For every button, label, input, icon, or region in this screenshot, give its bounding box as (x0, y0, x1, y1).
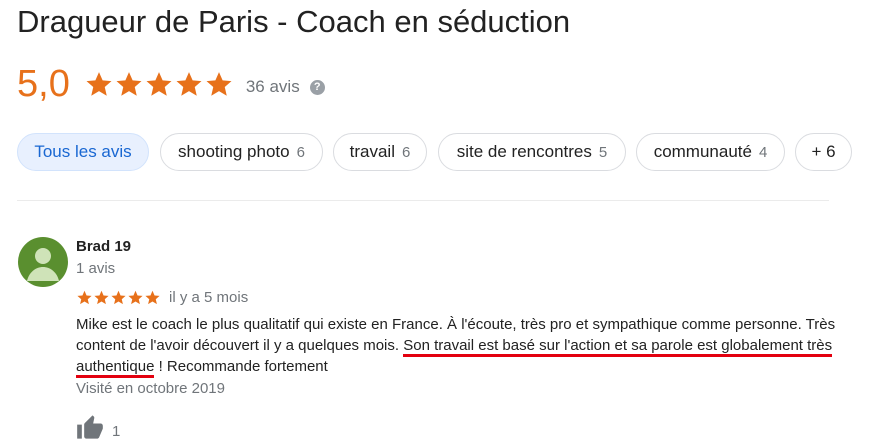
star-icon (206, 72, 232, 96)
help-icon[interactable]: ? (309, 79, 325, 95)
like-button[interactable]: 1 (76, 414, 120, 440)
chip-label: communauté (653, 142, 752, 161)
divider (17, 200, 829, 201)
star-icon (86, 72, 112, 96)
star-icon (111, 290, 126, 305)
review-meta: il y a 5 mois (76, 289, 248, 306)
star-icon (128, 290, 143, 305)
star-icon (146, 72, 172, 96)
business-title: Dragueur de Paris - Coach en séduction (17, 4, 571, 39)
chip-label: Tous les avis (34, 142, 132, 161)
chip-label: + 6 (811, 142, 836, 161)
star-icon (77, 290, 92, 305)
chip-label: shooting photo (178, 142, 290, 161)
person-icon (27, 248, 59, 281)
rating-value: 5,0 (17, 63, 70, 105)
chip-count: 5 (598, 143, 608, 161)
rating-summary: 5,0 36 avis ? (17, 62, 325, 106)
chip-count: 4 (758, 143, 768, 161)
star-icon (145, 290, 160, 305)
chip-label: site de rencontres (456, 142, 592, 161)
chip-communaute[interactable]: communauté 4 (636, 133, 785, 171)
review-date: il y a 5 mois (169, 289, 249, 306)
like-count: 1 (112, 423, 121, 440)
chip-all-reviews[interactable]: Tous les avis (17, 133, 149, 171)
star-icon (94, 290, 109, 305)
thumbs-up-icon (77, 415, 103, 439)
review-author[interactable]: Brad 19 (76, 238, 131, 255)
review-text: Mike est le coach le plus qualitatif qui… (76, 314, 836, 378)
chip-count: 6 (402, 143, 411, 161)
star-icon (116, 72, 142, 96)
star-icon (176, 72, 202, 96)
review-count[interactable]: 36 avis (246, 77, 300, 97)
visit-date: Visité en octobre 2019 (76, 380, 225, 397)
chip-label: travail (349, 142, 395, 161)
chip-travail[interactable]: travail 6 (333, 133, 427, 171)
review-text-part: ! Recommande fortement (154, 358, 328, 375)
rating-stars (84, 69, 234, 99)
chip-shooting-photo[interactable]: shooting photo 6 (160, 133, 323, 171)
chip-more[interactable]: + 6 (795, 133, 852, 171)
avatar[interactable] (18, 237, 68, 287)
author-review-count: 1 avis (76, 260, 116, 277)
chip-count: 6 (296, 143, 305, 161)
chip-site-de-rencontres[interactable]: site de rencontres 5 (438, 133, 626, 171)
